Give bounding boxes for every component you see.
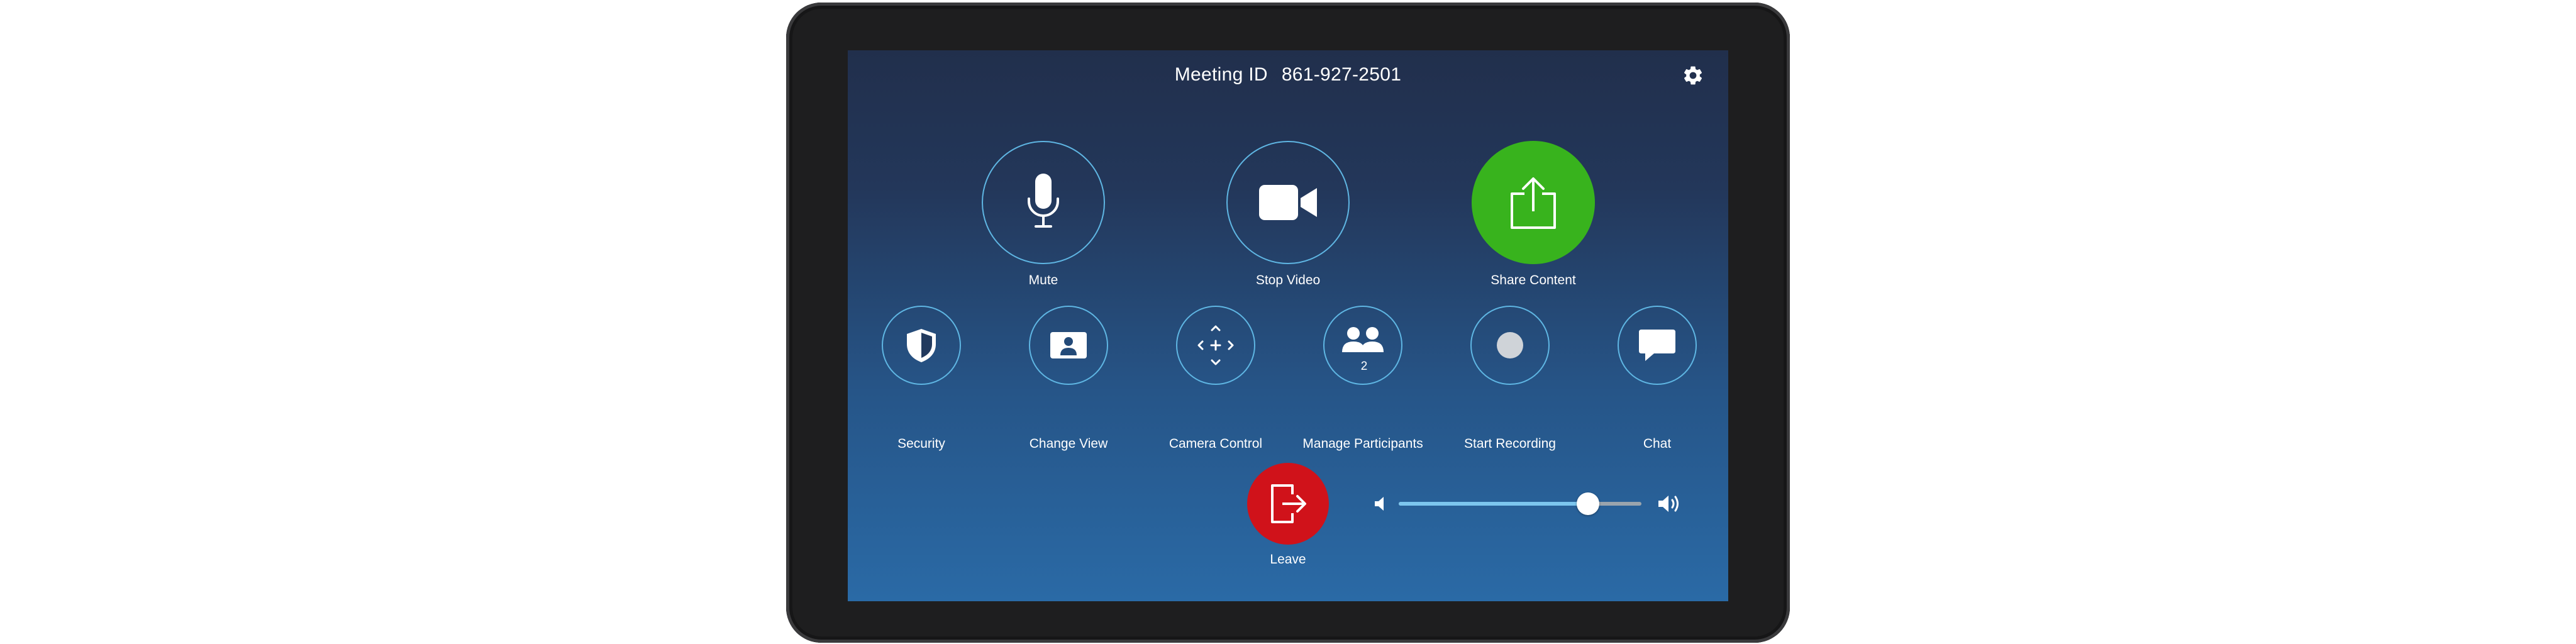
mute-label: Mute: [1028, 273, 1058, 287]
change-view-icon: [1050, 332, 1087, 358]
microphone-icon: [1028, 174, 1059, 228]
volume-low-icon[interactable]: [1372, 494, 1391, 513]
security-button[interactable]: [882, 306, 961, 385]
chat-button[interactable]: [1618, 306, 1697, 385]
camera-control-icon: [1197, 325, 1234, 365]
share-upload-icon: [1511, 177, 1556, 229]
leave-icon: [1271, 484, 1306, 523]
camera-control-label: Camera Control: [1169, 436, 1263, 451]
share-content-button[interactable]: [1472, 141, 1595, 264]
stop-video-button[interactable]: [1226, 141, 1350, 264]
chat-icon: [1639, 330, 1675, 361]
change-view-button[interactable]: [1029, 306, 1108, 385]
stop-video-label: Stop Video: [1255, 273, 1321, 287]
volume-slider-thumb[interactable]: [1577, 492, 1600, 515]
meeting-id-label: Meeting ID: [1174, 64, 1268, 85]
mute-button[interactable]: [982, 141, 1105, 264]
meeting-id: Meeting ID 861-927-2501: [848, 64, 1728, 86]
volume-slider[interactable]: [1399, 492, 1641, 515]
video-camera-icon: [1259, 185, 1317, 220]
manage-participants-label: Manage Participants: [1302, 436, 1423, 451]
manage-participants-button[interactable]: 2: [1323, 306, 1402, 385]
shield-icon: [907, 329, 936, 362]
settings-button[interactable]: [1682, 64, 1704, 87]
change-view-label: Change View: [1029, 436, 1108, 451]
chat-label: Chat: [1643, 436, 1672, 451]
security-label: Security: [897, 436, 945, 451]
record-icon: [1497, 332, 1523, 358]
start-recording-label: Start Recording: [1464, 436, 1556, 451]
leave-button[interactable]: [1247, 463, 1329, 545]
leave-label: Leave: [1270, 552, 1306, 567]
share-content-label: Share Content: [1491, 273, 1576, 287]
participants-icon: [1342, 327, 1384, 352]
meeting-id-value: 861-927-2501: [1281, 64, 1402, 85]
volume-high-icon[interactable]: [1657, 493, 1683, 514]
start-recording-button[interactable]: [1470, 306, 1550, 385]
camera-control-button[interactable]: [1176, 306, 1255, 385]
gear-icon: [1684, 66, 1702, 85]
meeting-controller-screen: Meeting ID 861-927-2501 Mute Stop Video S…: [848, 50, 1728, 601]
volume-slider-fill: [1399, 502, 1589, 506]
participant-count: 2: [1360, 360, 1368, 373]
